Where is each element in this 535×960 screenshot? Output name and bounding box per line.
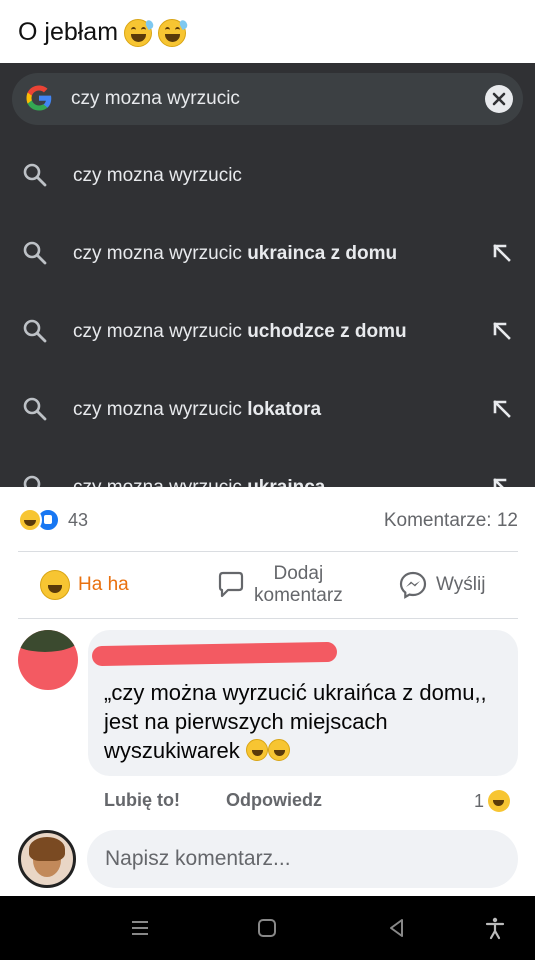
suggestion-text: czy mozna wyrzucic uchodzce z domu: [73, 321, 407, 342]
search-icon: [23, 319, 47, 343]
suggestion-item: czy mozna wyrzucic lokatora: [0, 371, 535, 449]
google-logo-icon: [26, 85, 52, 111]
send-label: Wyślij: [436, 574, 486, 595]
post-text-label: O jebłam: [18, 18, 119, 46]
fill-query-arrow-icon: [493, 478, 507, 487]
haha-icon: [40, 570, 70, 600]
fill-query-arrow-icon: [493, 400, 511, 418]
comment-input[interactable]: Napisz komentarz...: [87, 830, 518, 888]
google-search-screenshot[interactable]: czy mozna wyrzucic czy mozna wyrzucic cz…: [0, 63, 535, 487]
add-comment-label: Dodaj komentarz: [254, 563, 343, 606]
user-avatar[interactable]: [18, 830, 76, 888]
reply-link[interactable]: Odpowiedz: [226, 790, 322, 811]
fill-query-arrow-icon: [493, 244, 511, 262]
home-icon[interactable]: [255, 916, 279, 940]
suggestion-item-cut-off: czy mozna wyrzucic ukrainca: [0, 449, 535, 487]
comment-text: „czy można wyrzucić ukraińca z domu,, je…: [104, 680, 487, 763]
send-button[interactable]: Wyślij: [398, 555, 485, 615]
comment-bubble-icon: [218, 571, 244, 598]
system-nav-bar: [0, 896, 535, 960]
search-icon: [23, 163, 47, 187]
comment-input-placeholder: Napisz komentarz...: [105, 847, 291, 870]
suggestion-text: czy mozna wyrzucic: [73, 165, 242, 186]
search-query: czy mozna wyrzucic: [71, 88, 240, 109]
messenger-icon: [399, 571, 427, 599]
grinning-sweat-emoji-icon: [124, 18, 155, 47]
search-icon: [23, 397, 47, 421]
grinning-sweat-emoji-icon: [158, 18, 189, 47]
suggestion-item: czy mozna wyrzucic uchodzce z domu: [0, 293, 535, 371]
post-text: O jebłam: [18, 18, 189, 47]
comment-meta: Lubię to! Odpowiedz: [104, 790, 322, 811]
reaction-summary[interactable]: 43: [18, 508, 88, 532]
reaction-count: 43: [68, 509, 89, 530]
suggestion-item: czy mozna wyrzucic: [0, 137, 535, 215]
commenter-avatar-redacted[interactable]: [18, 630, 78, 690]
clear-icon: [485, 85, 513, 113]
suggestion-text: czy mozna wyrzucic ukrainca: [73, 477, 325, 487]
suggestion-text: czy mozna wyrzucic ukrainca z domu: [73, 243, 398, 264]
comments-count[interactable]: Komentarze: 12: [384, 510, 518, 532]
haha-button[interactable]: Ha ha: [40, 555, 129, 615]
haha-label: Ha ha: [78, 574, 129, 595]
search-icon: [23, 241, 47, 265]
like-comment-link[interactable]: Lubię to!: [104, 790, 180, 810]
back-icon[interactable]: [385, 916, 409, 940]
recent-apps-icon[interactable]: [128, 916, 152, 940]
rofl-emoji-icon: [267, 739, 290, 761]
suggestion-item: czy mozna wyrzucic ukrainca z domu: [0, 215, 535, 293]
divider: [18, 551, 518, 552]
accessibility-icon[interactable]: [483, 916, 507, 940]
fill-query-arrow-icon: [493, 322, 511, 340]
comment-reaction-count: 1: [474, 790, 485, 811]
post-action-bar: Ha ha Dodaj komentarz Wyślij: [18, 555, 518, 615]
search-bar: czy mozna wyrzucic: [12, 73, 523, 125]
add-comment-button[interactable]: Dodaj komentarz: [216, 555, 343, 615]
haha-reaction-icon: [18, 508, 42, 532]
search-icon: [23, 475, 41, 487]
suggestion-text: czy mozna wyrzucic lokatora: [73, 399, 322, 420]
comment-reaction-summary[interactable]: 1: [474, 790, 511, 812]
divider: [18, 618, 518, 619]
redacted-name: [91, 641, 338, 667]
haha-reaction-icon: [488, 790, 511, 812]
rofl-emoji-icon: [245, 739, 268, 761]
post-stats: 43 Komentarze: 12: [18, 506, 518, 536]
comment-bubble[interactable]: „czy można wyrzucić ukraińca z domu,, je…: [88, 630, 518, 776]
